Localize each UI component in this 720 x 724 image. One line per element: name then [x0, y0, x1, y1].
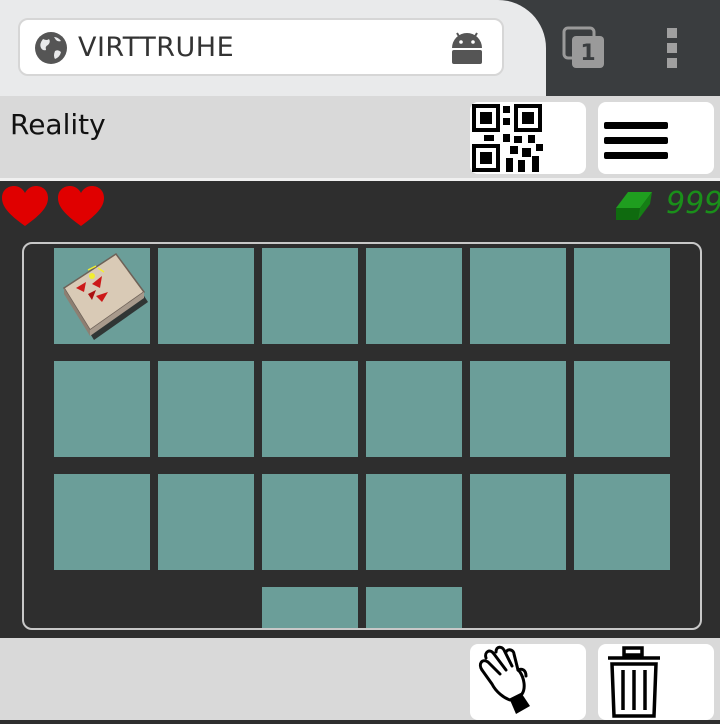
inventory-slot[interactable] — [54, 248, 150, 344]
inventory-slot[interactable] — [54, 361, 150, 457]
inventory-slot[interactable] — [574, 474, 670, 570]
trash-button[interactable] — [598, 644, 714, 720]
inventory-slot[interactable] — [158, 361, 254, 457]
inventory-slot[interactable] — [366, 248, 462, 344]
hand-icon — [478, 645, 530, 714]
tabs-icon[interactable]: 1 — [560, 26, 608, 70]
globe-icon — [35, 32, 67, 64]
qr-button[interactable] — [470, 102, 586, 174]
header-divider — [0, 178, 720, 181]
bottom-toolbar — [0, 638, 720, 720]
inventory-slot[interactable] — [574, 361, 670, 457]
inventory-slot[interactable] — [470, 361, 566, 457]
grab-button[interactable] — [470, 644, 586, 720]
inventory-slot[interactable] — [262, 248, 358, 344]
app-header: Reality — [0, 96, 720, 178]
tab-count: 1 — [580, 41, 595, 66]
inventory-slot[interactable] — [158, 248, 254, 344]
inventory-slot[interactable] — [158, 474, 254, 570]
browser-chrome: VIRTTRUHE 1 — [0, 0, 720, 96]
url-text[interactable]: VIRTTRUHE — [78, 20, 234, 74]
inventory-slot[interactable] — [262, 587, 358, 628]
inventory-slot[interactable] — [262, 361, 358, 457]
hamburger-menu-button[interactable] — [598, 102, 714, 174]
gem-count: 999 — [666, 186, 720, 221]
android-icon[interactable] — [448, 30, 486, 66]
inventory-slot[interactable] — [574, 248, 670, 344]
inventory-slot[interactable] — [470, 474, 566, 570]
overflow-menu-icon[interactable] — [660, 26, 684, 70]
inventory-slot[interactable] — [366, 587, 462, 628]
browser-tab: VIRTTRUHE — [0, 0, 546, 96]
hamburger-menu-icon — [604, 122, 668, 159]
chest-map-icon[interactable] — [54, 248, 150, 344]
qr-code-icon — [472, 104, 543, 172]
inventory-panel — [22, 242, 702, 630]
inventory-slot[interactable] — [262, 474, 358, 570]
page-title: Reality — [10, 108, 106, 141]
address-bar[interactable]: VIRTTRUHE — [18, 18, 504, 76]
trash-icon — [608, 646, 660, 718]
gem-icon — [616, 192, 652, 220]
inventory-slot[interactable] — [366, 474, 462, 570]
inventory-slot[interactable] — [54, 474, 150, 570]
heart-icon — [2, 186, 48, 226]
inventory-slot[interactable] — [366, 361, 462, 457]
heart-icon — [58, 186, 104, 226]
inventory-slot[interactable] — [470, 248, 566, 344]
